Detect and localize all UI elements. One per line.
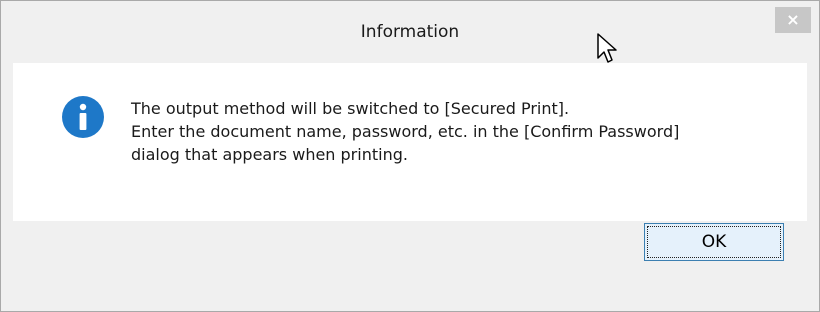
close-icon: × — [786, 10, 800, 29]
info-icon — [62, 96, 104, 138]
window-title: Information — [360, 22, 460, 42]
message-area: The output method will be switched to [S… — [13, 63, 807, 221]
close-button[interactable]: × — [775, 7, 811, 33]
title-bar[interactable]: Information × — [1, 1, 819, 63]
message-line-3: dialog that appears when printing. — [131, 145, 408, 164]
ok-button[interactable]: OK — [644, 223, 784, 261]
mouse-cursor-icon — [597, 33, 617, 63]
message-text: The output method will be switched to [S… — [131, 97, 791, 166]
message-line-1: The output method will be switched to [S… — [131, 99, 570, 118]
information-dialog: Information × The output method will be … — [0, 0, 820, 312]
message-line-2: Enter the document name, password, etc. … — [131, 122, 680, 141]
ok-button-label: OK — [647, 226, 781, 258]
